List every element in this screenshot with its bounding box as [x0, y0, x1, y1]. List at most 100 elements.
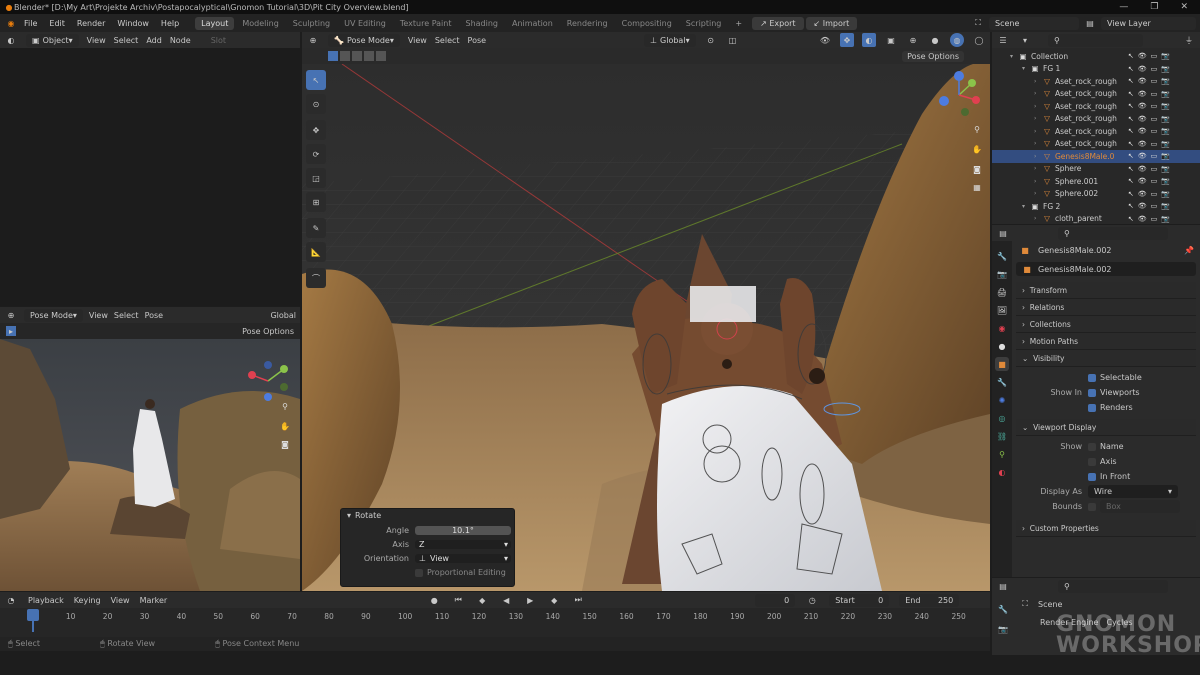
expand-toggle-icon[interactable]: ›: [1034, 165, 1042, 172]
outliner-row[interactable]: › ▽ Sphere.002 ↖ 👁 ▭ 📷: [992, 188, 1200, 201]
xray-icon[interactable]: ▣: [884, 33, 898, 47]
viewport-icon[interactable]: ▭: [1151, 190, 1158, 198]
render-icon[interactable]: 📷: [1161, 140, 1170, 148]
render-icon[interactable]: 📷: [1161, 127, 1170, 135]
viewport-icon[interactable]: ▭: [1151, 140, 1158, 148]
main-menu-view[interactable]: View: [408, 36, 427, 45]
rotate-panel-header[interactable]: ▾ Rotate: [341, 509, 514, 521]
material-tab-icon[interactable]: ◐: [995, 465, 1009, 479]
viewport-icon[interactable]: ▭: [1151, 102, 1158, 110]
editor-type-icon[interactable]: ⊕: [306, 33, 320, 47]
record-button-icon[interactable]: ●: [427, 593, 441, 607]
small-camera-icon[interactable]: ◙: [278, 437, 292, 451]
scene-tab-icon[interactable]: ◉: [995, 321, 1009, 335]
collections-section[interactable]: › Collections: [1016, 316, 1196, 333]
eye-icon[interactable]: 👁: [1138, 65, 1147, 73]
view-layer-icon[interactable]: ▤: [1083, 16, 1097, 30]
object-mode-dropdown[interactable]: ▣ Object ▾: [26, 33, 79, 47]
render-icon[interactable]: 📷: [1161, 152, 1170, 160]
play-reverse-icon[interactable]: ◀: [499, 593, 513, 607]
rotate-tool-icon[interactable]: ⟳: [306, 144, 326, 164]
outliner-row[interactable]: › ▽ cloth_parent ↖ 👁 ▭ 📷: [992, 213, 1200, 226]
render-icon[interactable]: 📷: [1161, 52, 1170, 60]
output-tab-icon[interactable]: 🖨: [995, 285, 1009, 299]
display-mode-icon[interactable]: ▾: [1018, 33, 1032, 47]
viewport-icon[interactable]: ▭: [1151, 90, 1158, 98]
timeline-menu-playback[interactable]: Playback: [28, 596, 64, 605]
display-as-dropdown[interactable]: Wire ▾: [1088, 485, 1178, 498]
select-arrow-icon[interactable]: ↖: [1128, 140, 1134, 148]
menu-window[interactable]: Window: [111, 19, 155, 28]
select-arrow-icon[interactable]: ↖: [1128, 127, 1134, 135]
editor-type-icon[interactable]: ⊕: [4, 308, 18, 322]
shading-solid-icon[interactable]: ●: [928, 33, 942, 47]
transform-section[interactable]: › Transform: [1016, 282, 1196, 299]
custom-properties-section[interactable]: › Custom Properties: [1016, 520, 1196, 537]
zoom-icon[interactable]: ⚲: [970, 122, 984, 136]
gizmo-toggle-icon[interactable]: ✥: [840, 33, 854, 47]
viewport-icon[interactable]: ▭: [1151, 127, 1158, 135]
axis-checkbox[interactable]: [1088, 457, 1096, 466]
render-icon[interactable]: 📷: [1161, 202, 1170, 210]
select-intersect-icon[interactable]: [376, 51, 386, 61]
axis-dropdown[interactable]: Z ▾: [415, 540, 511, 549]
navigation-gizmo[interactable]: [932, 68, 986, 124]
outliner-row[interactable]: › ▽ Aset_rock_rough ↖ 👁 ▭ 📷: [992, 113, 1200, 126]
filter-icon[interactable]: ⏚: [1182, 33, 1196, 47]
select-box-tool-icon[interactable]: ↖: [306, 70, 326, 90]
name-checkbox[interactable]: [1088, 442, 1096, 451]
ortho-grid-icon[interactable]: ▦: [970, 180, 984, 194]
editor-type-icon[interactable]: ◐: [4, 33, 18, 47]
data-tab-icon[interactable]: ⚲: [995, 447, 1009, 461]
eye-icon[interactable]: 👁: [1138, 52, 1147, 60]
add-workspace-button[interactable]: +: [729, 17, 748, 30]
camera-view-icon[interactable]: ◙: [970, 162, 984, 176]
render-icon[interactable]: 📷: [1161, 190, 1170, 198]
menu-render[interactable]: Render: [71, 19, 111, 28]
tab-texture-paint[interactable]: Texture Paint: [394, 17, 458, 30]
end-frame-field[interactable]: End 250: [899, 593, 960, 607]
pan-hand-icon[interactable]: ✋: [970, 142, 984, 156]
pose-mode-dropdown[interactable]: 🦴 Pose Mode ▾: [328, 33, 400, 47]
viewports-checkbox[interactable]: [1088, 388, 1096, 397]
close-button[interactable]: ✕: [1180, 2, 1188, 12]
viewport-icon[interactable]: ▭: [1151, 152, 1158, 160]
tab-layout[interactable]: Layout: [195, 16, 235, 30]
render-icon[interactable]: 📷: [1161, 165, 1170, 173]
object-tab-icon[interactable]: ■: [995, 357, 1009, 371]
viewport-icon[interactable]: ▭: [1151, 165, 1158, 173]
menu-file[interactable]: File: [18, 19, 43, 28]
eye-icon[interactable]: 👁: [1138, 115, 1147, 123]
expand-toggle-icon[interactable]: ›: [1034, 128, 1042, 135]
render-icon[interactable]: 📷: [1161, 115, 1170, 123]
eye-icon[interactable]: 👁: [1138, 90, 1147, 98]
select-arrow-icon[interactable]: ↖: [1128, 202, 1134, 210]
export-button[interactable]: ↗ Export: [752, 16, 804, 30]
view-layer-tab-icon[interactable]: 🖼: [995, 303, 1009, 317]
eye-icon[interactable]: 👁: [1138, 102, 1147, 110]
expand-toggle-icon[interactable]: ›: [1034, 115, 1042, 122]
eye-icon[interactable]: 👁: [1138, 152, 1147, 160]
select-arrow-icon[interactable]: ↖: [1128, 190, 1134, 198]
main-viewport-canvas[interactable]: ↖ ⊙ ✥ ⟳ ◲ ⊞ ✎ 📐 ⌒ ⚲ ✋ ◙ ▦ ▾ Rotate Angle…: [302, 64, 990, 591]
select-arrow-icon[interactable]: ↖: [1128, 90, 1134, 98]
tab-animation[interactable]: Animation: [506, 17, 559, 30]
particles-tab-icon[interactable]: ✺: [995, 393, 1009, 407]
annotate-tool-icon[interactable]: ✎: [306, 218, 326, 238]
world-tab-icon[interactable]: ●: [995, 339, 1009, 353]
measure-tool-icon[interactable]: 📐: [306, 242, 326, 262]
constraints-tab-icon[interactable]: ⛓: [995, 429, 1009, 443]
properties-search[interactable]: ⚲: [1058, 226, 1168, 240]
small-menu-select[interactable]: Select: [114, 311, 139, 320]
select-subtract-icon[interactable]: [352, 51, 362, 61]
viewport-icon[interactable]: ▭: [1151, 215, 1158, 223]
eye-icon[interactable]: 👁: [1138, 202, 1147, 210]
transform-tool-icon[interactable]: ⊞: [306, 192, 326, 212]
outliner-row[interactable]: ▾ ▣ Collection ↖ 👁 ▭ 📷: [992, 50, 1200, 63]
tab-modeling[interactable]: Modeling: [236, 17, 284, 30]
bottom-tool-tab-icon[interactable]: 🔧: [996, 602, 1010, 616]
jump-end-icon[interactable]: ⏭: [571, 593, 585, 607]
selectable-checkbox[interactable]: [1088, 373, 1096, 382]
object-name-field[interactable]: ■ Genesis8Male.002: [1016, 262, 1196, 276]
tool-tab-icon[interactable]: 🔧: [995, 249, 1009, 263]
